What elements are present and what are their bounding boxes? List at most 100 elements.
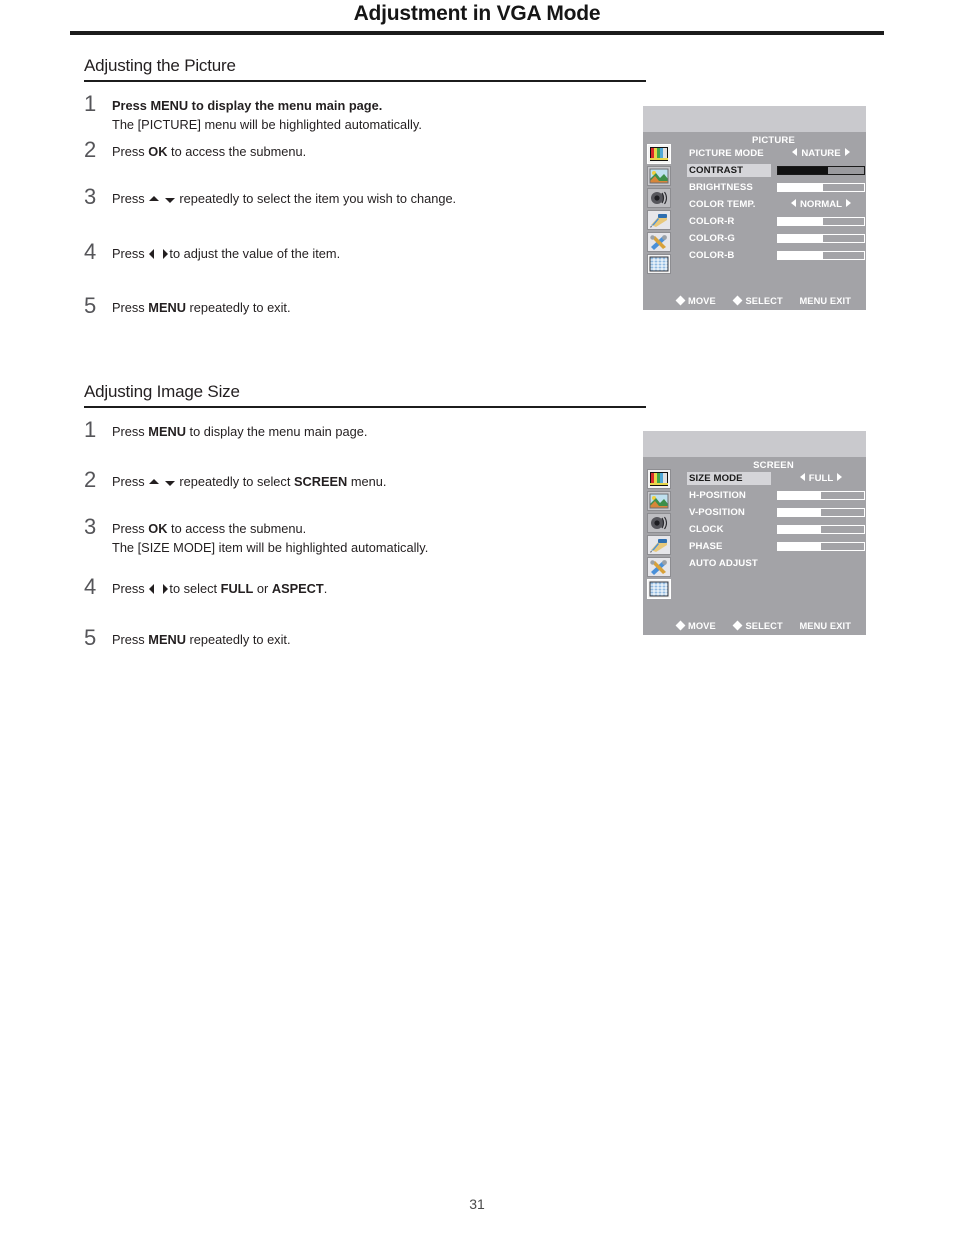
step-or: or [253, 580, 272, 596]
osd-menu-row[interactable]: H-POSITION [687, 488, 865, 505]
osd-menu-row[interactable]: CONTRAST [687, 163, 865, 180]
osd-heading: SCREEN [753, 460, 794, 471]
osd-row-label: COLOR-R [689, 216, 735, 227]
osd-menu-row[interactable]: PICTURE MODE NATURE [687, 146, 862, 163]
step-keyword: OK [148, 143, 168, 159]
osd-slider[interactable] [777, 217, 865, 226]
osd-menu-row[interactable]: PHASE [687, 539, 865, 556]
step-5: 5 Press MENU repeatedly to exit. [84, 625, 646, 656]
step-number: 4 [84, 573, 97, 599]
osd-slider[interactable] [777, 525, 865, 534]
osd-row-label: COLOR TEMP. [689, 199, 756, 210]
osd-slider[interactable] [777, 166, 865, 175]
osd-icon-rail [647, 469, 675, 601]
osd-footer: MOVE SELECT MENU EXIT [643, 620, 866, 631]
section-title: Adjusting the Picture [84, 56, 236, 75]
osd-slider-fill [778, 526, 821, 533]
step-text: Press MENU repeatedly to exit. [112, 298, 646, 317]
speaker-sound-icon[interactable] [647, 513, 671, 533]
paint-roller-setup-icon[interactable] [647, 535, 671, 555]
arrow-up-icon [149, 478, 160, 484]
osd-slider[interactable] [777, 508, 865, 517]
step-number: 5 [84, 624, 97, 650]
osd-screen-menu: SCREEN SIZE MODE FULL H-POSITION V-POSITION… [643, 431, 866, 635]
step-keyword: MENU [148, 631, 186, 647]
osd-menu-row[interactable]: COLOR-R [687, 214, 865, 231]
step-text: Press MENU to display the menu main page… [112, 96, 646, 134]
osd-rows: PICTURE MODE NATURE CONTRAST BRIGHTNESS COLO… [687, 146, 865, 265]
landscape-image-icon[interactable] [647, 491, 671, 511]
osd-slider-fill [778, 252, 823, 259]
landscape-image-icon[interactable] [647, 166, 671, 186]
step-pre: Press [112, 473, 149, 489]
step-keyword: MENU [148, 423, 186, 439]
step-pre: Press [112, 299, 149, 315]
color-bars-picture-icon[interactable] [647, 144, 671, 164]
arrow-right-icon[interactable] [846, 199, 852, 208]
arrow-left-icon[interactable] [792, 148, 798, 157]
grid-screen-icon[interactable] [647, 579, 671, 599]
osd-heading: PICTURE [751, 135, 796, 146]
osd-footer-select: SELECT [745, 296, 783, 306]
osd-slider[interactable] [777, 251, 865, 260]
osd-menu-row[interactable]: CLOCK [687, 522, 865, 539]
osd-row-value: NATURE [775, 147, 866, 160]
title-rule [70, 31, 884, 35]
step-text: Press OK to access the submenu. The [SIZ… [112, 519, 646, 557]
step-mid: repeatedly to select [175, 473, 294, 489]
osd-footer-menu: MENU [799, 296, 828, 306]
osd-slider-fill [778, 509, 821, 516]
step-pre: Press [112, 190, 149, 206]
osd-menu-row[interactable]: COLOR TEMP. NORMAL [687, 197, 862, 214]
step-number: 2 [84, 136, 97, 162]
arrow-right-icon [163, 584, 169, 595]
osd-menu-row[interactable]: AUTO ADJUST [687, 556, 862, 573]
step-post: to access the submenu. [167, 520, 307, 536]
grid-screen-icon[interactable] [647, 254, 671, 274]
osd-menu-row[interactable]: BRIGHTNESS [687, 180, 865, 197]
arrow-right-icon[interactable] [844, 148, 850, 157]
step-1: 1 Press MENU to display the menu main pa… [84, 91, 646, 142]
osd-footer-move: MOVE [688, 296, 716, 306]
osd-row-label: COLOR-B [689, 250, 735, 261]
arrow-left-icon[interactable] [790, 199, 796, 208]
step-text: Press repeatedly to select the item you … [112, 189, 646, 208]
step-3: 3 Press repeatedly to select the item yo… [84, 184, 646, 244]
speaker-sound-icon[interactable] [647, 188, 671, 208]
osd-option-text: NORMAL [799, 199, 843, 210]
arrow-left-icon[interactable] [799, 473, 805, 482]
step-2: 2 Press OK to access the submenu. [84, 137, 646, 189]
osd-menu-row[interactable]: COLOR-B [687, 248, 865, 265]
section-title: Adjusting Image Size [84, 382, 240, 401]
osd-footer: MOVE SELECT MENU EXIT [643, 295, 866, 306]
osd-slider-fill [778, 218, 823, 225]
osd-row-label: CONTRAST [687, 164, 771, 177]
tools-function-icon[interactable] [647, 557, 671, 577]
step-post: menu. [347, 473, 387, 489]
osd-slider[interactable] [777, 542, 865, 551]
osd-menu-row[interactable]: COLOR-G [687, 231, 865, 248]
osd-top-strip [643, 106, 866, 132]
osd-slider[interactable] [777, 491, 865, 500]
osd-row-label: PHASE [689, 541, 723, 552]
color-bars-picture-icon[interactable] [647, 469, 671, 489]
osd-slider[interactable] [777, 183, 865, 192]
osd-row-value: NORMAL [775, 198, 866, 211]
osd-menu-row[interactable]: V-POSITION [687, 505, 865, 522]
step-pre: Press [112, 631, 149, 647]
osd-menu-row[interactable]: SIZE MODE FULL [687, 471, 862, 488]
page-number: 31 [469, 1196, 485, 1212]
diamond-icon [675, 295, 686, 306]
osd-icon-rail [647, 144, 675, 276]
step-post: to adjust the value of the item. [169, 245, 341, 261]
osd-row-label: SIZE MODE [687, 472, 771, 485]
step-post: repeatedly to exit. [185, 631, 291, 647]
step-pre: Press [112, 580, 149, 596]
step-keyword: FULL [220, 580, 254, 596]
tools-function-icon[interactable] [647, 232, 671, 252]
paint-roller-setup-icon[interactable] [647, 210, 671, 230]
arrow-right-icon[interactable] [837, 473, 843, 482]
step-number: 3 [84, 513, 97, 539]
step-text: Press to adjust the value of the item. [112, 244, 646, 263]
osd-slider[interactable] [777, 234, 865, 243]
